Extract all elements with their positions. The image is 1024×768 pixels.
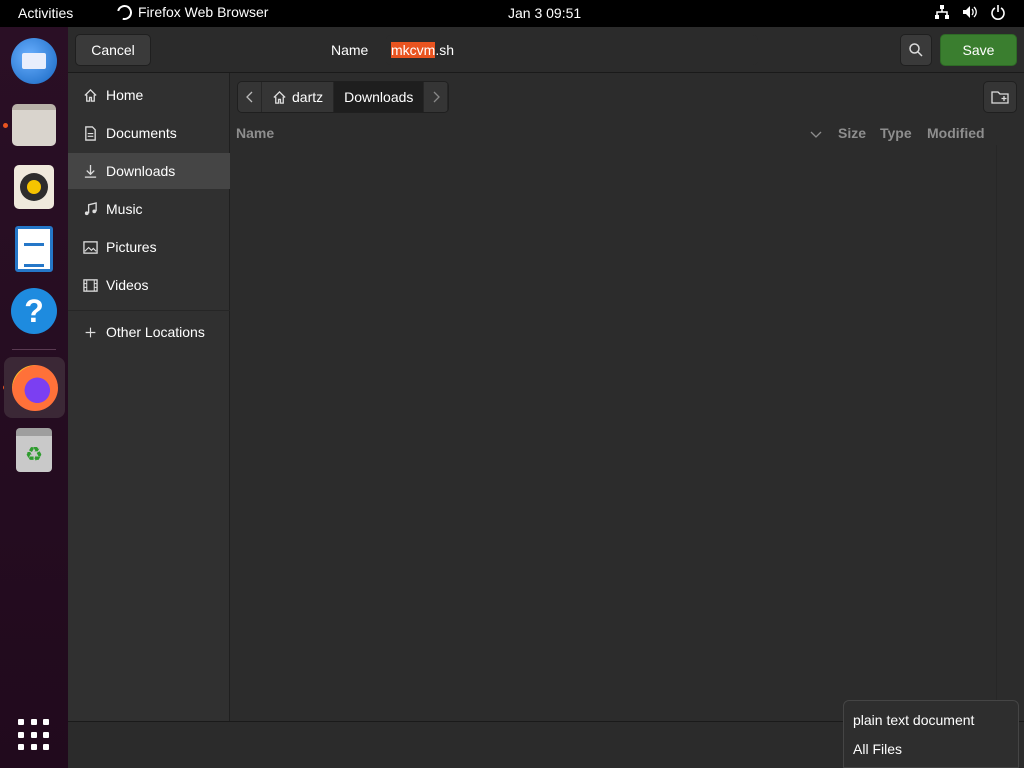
trash-icon: ♻: [16, 428, 52, 472]
sidebar-item-label: Other Locations: [106, 324, 205, 340]
name-label: Name: [331, 42, 369, 58]
show-apps-icon[interactable]: [18, 719, 50, 751]
power-icon[interactable]: [990, 4, 1006, 20]
sidebar-item-home[interactable]: Home: [68, 77, 230, 113]
thunderbird-icon: [11, 38, 57, 84]
column-header-type[interactable]: Type: [880, 125, 912, 141]
filename-extension: .sh: [435, 42, 455, 58]
file-filter-popup: plain text document All Files: [843, 700, 1019, 768]
top-bar: Activities Firefox Web Browser Jan 3 09:…: [0, 0, 1024, 27]
sort-chevron-icon[interactable]: [810, 127, 822, 143]
crumb-label: dartz: [292, 89, 324, 105]
path-bar: dartz Downloads: [237, 81, 450, 113]
picture-icon: [82, 239, 98, 255]
cancel-button[interactable]: Cancel: [75, 34, 151, 66]
file-browser-main: dartz Downloads Name Size Type Modified: [230, 73, 1024, 721]
dock-firefox[interactable]: [4, 357, 65, 418]
sidebar-item-label: Music: [106, 201, 143, 217]
home-icon: [82, 87, 98, 103]
sidebar-separator: [68, 310, 230, 311]
chevron-right-icon: [433, 91, 440, 103]
sidebar-item-videos[interactable]: Videos: [68, 267, 230, 303]
network-icon[interactable]: [934, 4, 950, 20]
places-sidebar: Home Documents Downloads Music Pictures …: [68, 73, 230, 721]
filename-selection: mkcvm: [391, 42, 436, 58]
writer-icon: [15, 226, 53, 272]
new-folder-icon: [991, 91, 1009, 104]
column-header-size[interactable]: Size: [838, 125, 866, 141]
path-back-button[interactable]: [238, 82, 262, 112]
sidebar-item-other-locations[interactable]: Other Locations: [68, 314, 230, 350]
filter-option-plain-text[interactable]: plain text document: [844, 705, 1018, 734]
system-tray[interactable]: [934, 4, 1006, 20]
document-icon: [82, 125, 98, 141]
crumb-home[interactable]: dartz: [262, 82, 335, 112]
music-icon: [82, 201, 98, 217]
dock-files[interactable]: [8, 99, 60, 151]
filter-option-all-files[interactable]: All Files: [844, 734, 1018, 763]
new-folder-button[interactable]: [983, 81, 1017, 113]
download-icon: [82, 163, 98, 179]
video-icon: [82, 277, 98, 293]
volume-icon[interactable]: [962, 4, 978, 20]
column-header-name[interactable]: Name: [236, 125, 274, 141]
sidebar-item-label: Documents: [106, 125, 177, 141]
filename-input[interactable]: mkcvm.sh: [386, 35, 758, 65]
crumb-downloads[interactable]: Downloads: [334, 82, 425, 112]
dock-rhythmbox[interactable]: [8, 161, 60, 213]
crumb-label: Downloads: [344, 89, 414, 105]
app-menu-label: Firefox Web Browser: [138, 4, 269, 20]
help-icon: ?: [11, 288, 57, 334]
home-icon: [273, 90, 286, 104]
dock-trash[interactable]: ♻: [8, 424, 60, 476]
activities-button[interactable]: Activities: [18, 5, 73, 21]
sidebar-item-label: Home: [106, 87, 144, 103]
dock-writer[interactable]: [8, 223, 60, 275]
sidebar-item-label: Videos: [106, 277, 149, 293]
dock-separator: [12, 349, 56, 350]
save-button[interactable]: Save: [940, 34, 1017, 66]
dialog-header: Cancel Name mkcvm.sh Save: [68, 27, 1024, 73]
path-forward-button[interactable]: [424, 82, 449, 112]
sidebar-item-documents[interactable]: Documents: [68, 115, 230, 151]
search-button[interactable]: [900, 34, 932, 66]
list-divider: [996, 145, 997, 721]
file-list[interactable]: [230, 145, 1024, 721]
sidebar-item-label: Pictures: [106, 239, 157, 255]
search-icon: [909, 43, 923, 57]
column-header-modified[interactable]: Modified: [927, 125, 985, 141]
sidebar-item-pictures[interactable]: Pictures: [68, 229, 230, 265]
sidebar-item-music[interactable]: Music: [68, 191, 230, 227]
plus-icon: [82, 324, 98, 340]
firefox-icon: [11, 364, 58, 411]
firefox-mini-icon: [114, 1, 135, 23]
files-icon: [12, 104, 56, 146]
rhythmbox-icon: [14, 165, 54, 209]
app-menu[interactable]: Firefox Web Browser: [114, 1, 269, 23]
clock[interactable]: Jan 3 09:51: [508, 5, 581, 21]
sidebar-item-downloads[interactable]: Downloads: [68, 153, 230, 189]
dock: ? ♻: [0, 27, 68, 768]
sidebar-item-label: Downloads: [106, 163, 176, 179]
dock-thunderbird[interactable]: [8, 35, 60, 87]
dock-help[interactable]: ?: [8, 285, 60, 337]
chevron-left-icon: [245, 91, 252, 103]
